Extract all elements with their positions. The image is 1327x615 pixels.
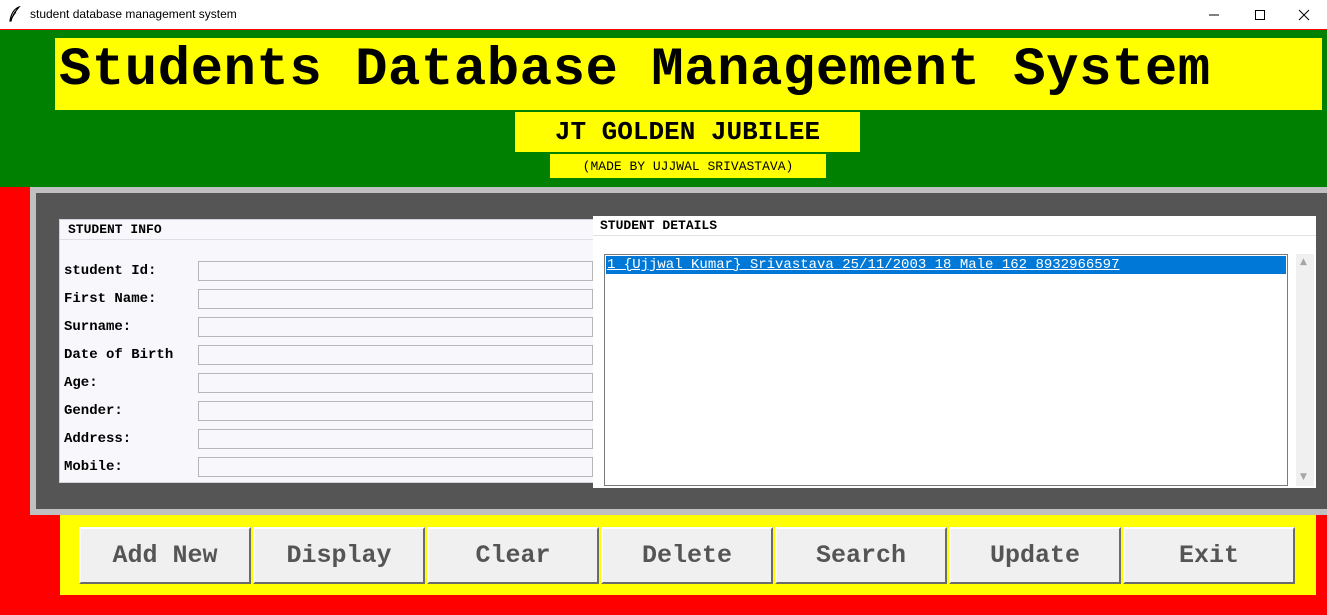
add-new-button[interactable]: Add New <box>79 527 251 584</box>
update-button[interactable]: Update <box>949 527 1121 584</box>
subtitle: JT GOLDEN JUBILEE <box>515 112 860 152</box>
list-item[interactable]: 1 {Ujjwal Kumar} Srivastava 25/11/2003 1… <box>606 256 1286 274</box>
feather-icon <box>9 6 21 22</box>
author-credit: (MADE BY UJJWAL SRIVASTAVA) <box>550 154 826 178</box>
age-input[interactable] <box>198 373 593 393</box>
student-id-label: student Id: <box>64 263 157 279</box>
window-titlebar: student database management system <box>0 0 1327 29</box>
first-name-input[interactable] <box>198 289 593 309</box>
minimize-button[interactable] <box>1191 0 1237 29</box>
search-button[interactable]: Search <box>775 527 947 584</box>
student-id-input[interactable] <box>198 261 593 281</box>
maximize-icon <box>1255 9 1265 20</box>
mobile-input[interactable] <box>198 457 593 477</box>
address-input[interactable] <box>198 429 593 449</box>
clear-button[interactable]: Clear <box>427 527 599 584</box>
scroll-up-icon[interactable]: ▲ <box>1300 257 1307 267</box>
subtitle-text: JT GOLDEN JUBILEE <box>554 117 821 147</box>
maximize-button[interactable] <box>1237 0 1283 29</box>
gender-label: Gender: <box>64 403 123 419</box>
divider <box>593 235 1316 236</box>
date-of-birth-label: Date of Birth <box>64 347 174 363</box>
author-credit-text: (MADE BY UJJWAL SRIVASTAVA) <box>582 158 794 174</box>
close-icon <box>1298 9 1310 20</box>
listbox-scrollbar[interactable] <box>1296 254 1314 486</box>
first-name-label: First Name: <box>64 291 157 307</box>
main-title-text: Students Database Management System <box>59 40 1211 101</box>
surname-input[interactable] <box>198 317 593 337</box>
address-label: Address: <box>64 431 132 447</box>
age-label: Age: <box>64 375 98 391</box>
mobile-label: Mobile: <box>64 459 123 475</box>
scroll-down-icon[interactable]: ▼ <box>1300 472 1307 482</box>
window-title: student database management system <box>30 7 237 21</box>
exit-button[interactable]: Exit <box>1123 527 1295 584</box>
student-info-label: STUDENT INFO <box>66 222 164 237</box>
close-button[interactable] <box>1281 0 1327 29</box>
minimize-icon <box>1209 14 1219 15</box>
display-button[interactable]: Display <box>253 527 425 584</box>
student-details-label: STUDENT DETAILS <box>600 218 718 233</box>
date-of-birth-input[interactable] <box>198 345 593 365</box>
delete-button[interactable]: Delete <box>601 527 773 584</box>
divider <box>60 239 593 240</box>
surname-label: Surname: <box>64 319 132 335</box>
student-records-listbox[interactable] <box>604 254 1288 486</box>
list-item-text: 1 {Ujjwal Kumar} Srivastava 25/11/2003 1… <box>607 257 1120 273</box>
gender-input[interactable] <box>198 401 593 421</box>
main-title: Students Database Management System <box>55 38 1322 110</box>
